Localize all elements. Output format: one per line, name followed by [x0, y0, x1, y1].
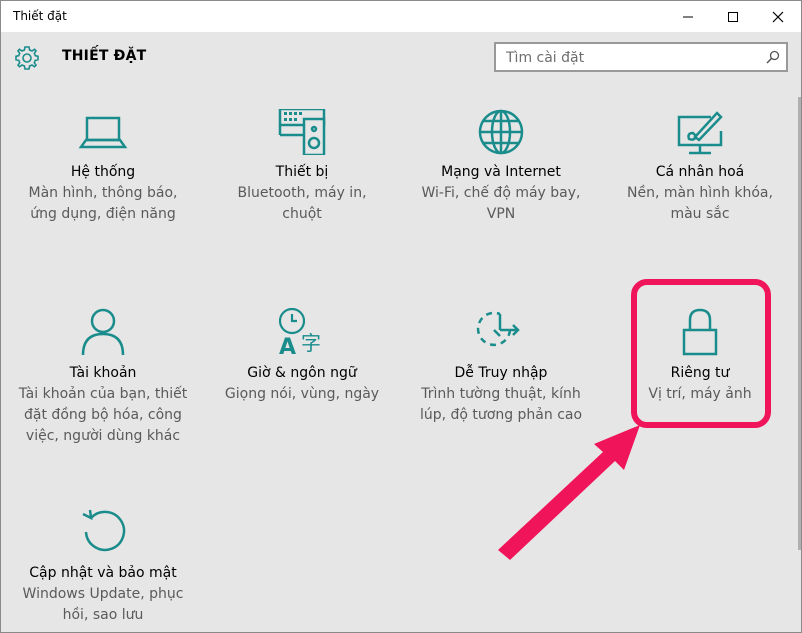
tile-desc: chuột [282, 206, 322, 222]
privacy-highlight-box [631, 279, 771, 428]
refresh-icon [82, 509, 126, 552]
tile-desc: màu sắc [670, 206, 730, 222]
globe-icon [478, 109, 524, 155]
tile-desc: đặt đồng bộ hóa, công [24, 407, 182, 423]
search-icon[interactable] [766, 50, 780, 64]
maximize-icon [728, 11, 738, 22]
tile-desc: Trình tường thuật, kính [421, 386, 581, 402]
tile-label: Thiết bị [275, 164, 329, 180]
tile-desc: Bluetooth, máy in, [237, 185, 367, 201]
tile-label: Tài khoản [69, 365, 137, 381]
close-icon [772, 11, 784, 22]
title-bar: Thiết đặt [1, 1, 801, 32]
tile-desc: lúp, độ tương phản cao [419, 407, 583, 423]
tile-desc: hồi, sao lưu [62, 607, 144, 623]
close-button[interactable] [755, 1, 801, 32]
tile-label: Hệ thống [70, 164, 136, 180]
tile-desc: Nền, màn hình khóa, [627, 185, 773, 201]
scrollbar[interactable] [798, 97, 801, 550]
laptop-icon [78, 116, 128, 149]
tile-time-language[interactable]: A 字 Giờ & ngôn ngữ Giọng nói, vùng, ngày [207, 308, 397, 404]
tile-desc: Windows Update, phục [22, 586, 184, 602]
paint-monitor-icon [677, 111, 723, 155]
window-title: Thiết đặt [13, 9, 67, 23]
tile-label: Mạng và Internet [441, 164, 561, 180]
tile-label: Giờ & ngôn ngữ [247, 365, 357, 381]
maximize-button[interactable] [710, 1, 756, 32]
tile-desc: Giọng nói, vùng, ngày [224, 386, 380, 402]
person-icon [81, 308, 125, 356]
search-box[interactable] [494, 42, 788, 72]
tile-network[interactable]: Mạng và Internet Wi-Fi, chế độ máy bay, … [406, 109, 596, 224]
tile-desc: Màn hình, thông báo, [28, 185, 178, 201]
tile-desc: ứng dụng, điện năng [30, 206, 176, 222]
tile-desc: việc, người dùng khác [25, 428, 181, 444]
tile-label: Cá nhân hoá [655, 164, 745, 180]
page-title: THIẾT ĐẶT [62, 48, 147, 64]
svg-text:A: A [279, 335, 296, 356]
minimize-button[interactable] [665, 1, 711, 32]
ease-of-access-icon [476, 311, 520, 347]
minimize-icon [683, 16, 693, 17]
tile-label: Dễ Truy nhập [454, 365, 548, 381]
keyboard-speaker-icon [278, 109, 326, 155]
tile-personalization[interactable]: Cá nhân hoá Nền, màn hình khóa, màu sắc [605, 109, 795, 224]
tile-accounts[interactable]: Tài khoản Tài khoản của bạn, thiết đặt đ… [8, 308, 198, 446]
tile-label: Cập nhật và bảo mật [29, 565, 177, 581]
clock-language-icon: A 字 [278, 308, 321, 356]
search-input[interactable] [504, 48, 758, 68]
gear-icon [15, 46, 39, 70]
tile-ease-of-access[interactable]: Dễ Truy nhập Trình tường thuật, kính lúp… [406, 308, 596, 425]
tile-devices[interactable]: Thiết bị Bluetooth, máy in, chuột [207, 109, 397, 224]
tile-desc: Wi-Fi, chế độ máy bay, [421, 185, 581, 201]
tile-system[interactable]: Hệ thống Màn hình, thông báo, ứng dụng, … [8, 109, 198, 224]
tile-update-security[interactable]: Cập nhật và bảo mật Windows Update, phục… [8, 508, 198, 625]
tile-desc: VPN [486, 206, 516, 222]
svg-text:字: 字 [301, 331, 321, 355]
tile-desc: Tài khoản của bạn, thiết [18, 386, 188, 402]
